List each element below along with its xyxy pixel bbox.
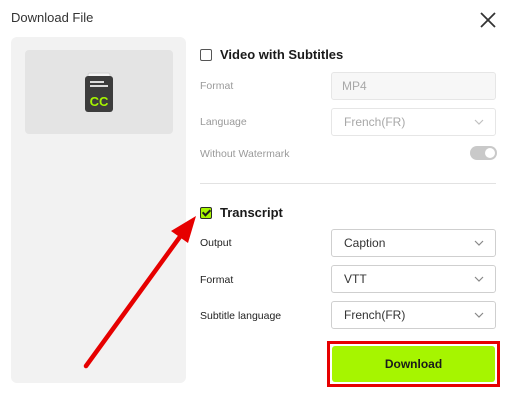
video-subtitles-label: Video with Subtitles	[220, 47, 344, 62]
video-format-value: MP4	[342, 79, 367, 93]
transcript-checkbox[interactable]	[200, 206, 212, 219]
chevron-down-icon	[474, 240, 484, 246]
chevron-down-icon	[474, 119, 484, 125]
subtitle-language-value: French(FR)	[344, 308, 406, 322]
transcript-format-label: Format	[200, 274, 234, 286]
video-format-label: Format	[200, 80, 234, 92]
output-label: Output	[200, 237, 232, 249]
chevron-down-icon	[474, 312, 484, 318]
without-watermark-toggle[interactable]	[470, 146, 497, 160]
without-watermark-label: Without Watermark	[200, 148, 290, 160]
output-select[interactable]: Caption	[331, 229, 496, 257]
video-language-select: French(FR)	[331, 108, 496, 136]
preview-panel: CC	[11, 37, 186, 383]
subtitle-language-select[interactable]: French(FR)	[331, 301, 496, 329]
chevron-down-icon	[474, 276, 484, 282]
video-language-value: French(FR)	[344, 115, 406, 129]
section-divider	[200, 183, 496, 184]
closed-captions-icon: CC	[85, 72, 113, 112]
video-subtitles-option[interactable]: Video with Subtitles	[200, 47, 343, 62]
transcript-format-select[interactable]: VTT	[331, 265, 496, 293]
preview-thumbnail: CC	[25, 50, 173, 134]
video-subtitles-checkbox[interactable]	[200, 48, 212, 61]
dialog-title: Download File	[11, 10, 94, 25]
subtitle-language-label: Subtitle language	[200, 310, 282, 322]
cc-badge-text: CC	[90, 94, 109, 109]
video-format-field: MP4	[331, 72, 496, 100]
transcript-format-value: VTT	[344, 272, 367, 286]
download-button[interactable]: Download	[332, 346, 495, 382]
close-icon[interactable]	[478, 10, 498, 30]
video-language-label: Language	[200, 116, 247, 128]
transcript-option[interactable]: Transcript	[200, 205, 283, 220]
toggle-knob	[485, 148, 495, 158]
transcript-label: Transcript	[220, 205, 283, 220]
output-value: Caption	[344, 236, 386, 250]
download-highlight: Download	[327, 341, 500, 387]
